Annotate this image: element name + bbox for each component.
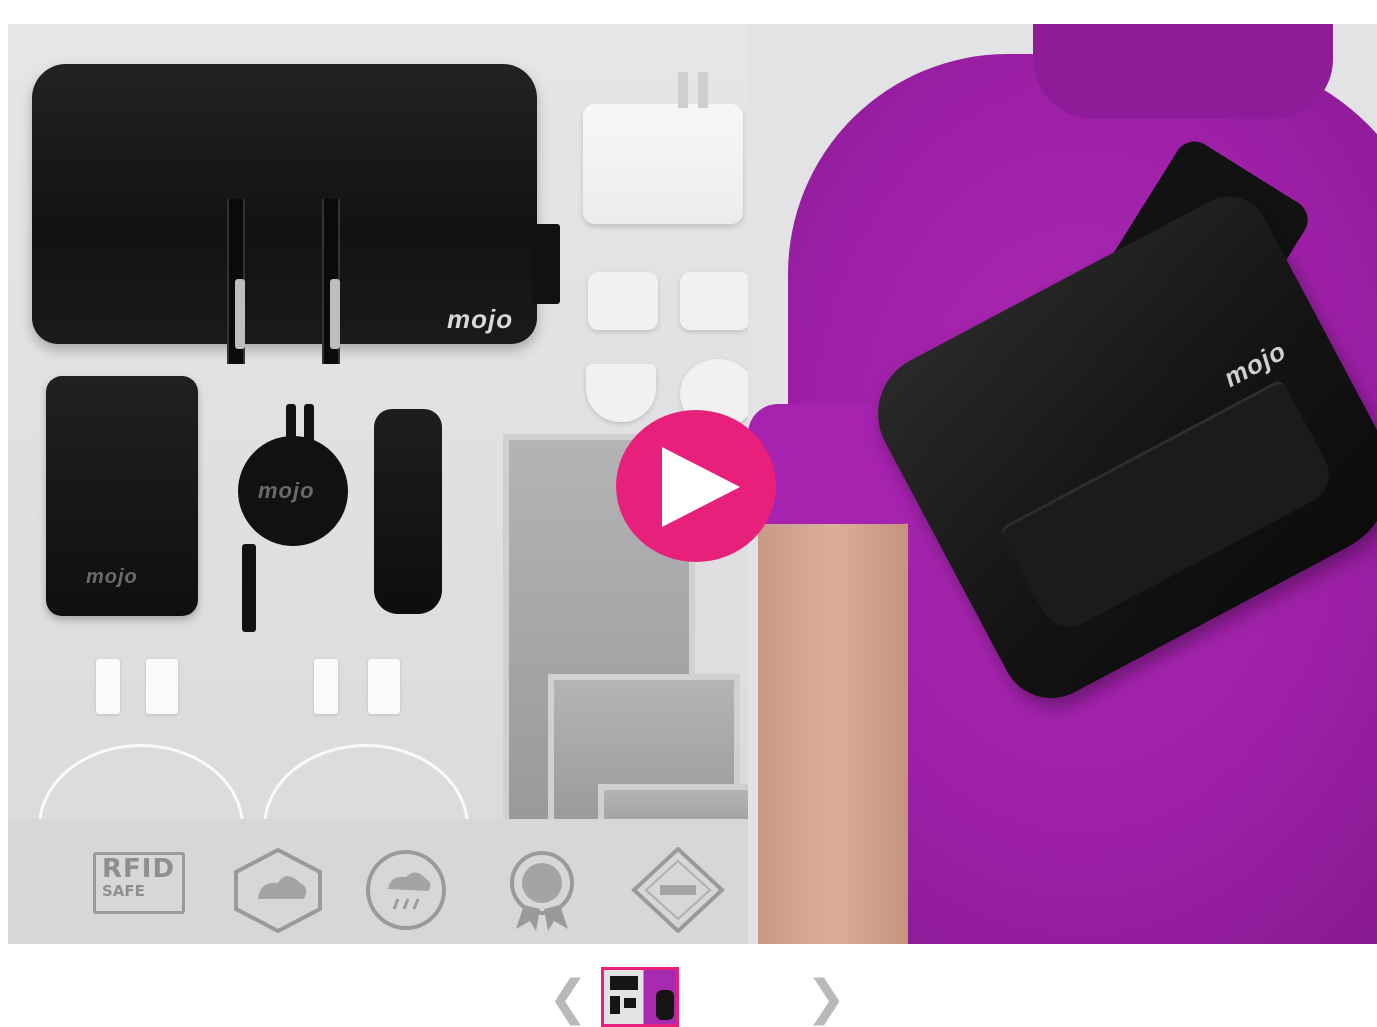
plug-adapter-uk <box>586 364 656 422</box>
usa-design-icon <box>630 846 726 934</box>
model-collar <box>1033 24 1333 119</box>
product-gallery: mojo mojo mojo RFID SAFE mojo ❮ ❯ <box>0 0 1377 1027</box>
zipper-pull <box>330 279 340 349</box>
play-video-button[interactable] <box>616 410 776 562</box>
bag-strap-tab <box>532 224 560 304</box>
rfid-badge-line1: RFID <box>102 854 176 884</box>
car-charger-image <box>374 409 442 614</box>
retractable-cable-image: mojo <box>238 436 348 546</box>
weather-resistant-icon <box>358 847 454 933</box>
plug-adapter-us <box>680 272 750 330</box>
zipper-pull <box>235 279 245 349</box>
charger-adapter-image <box>583 104 743 224</box>
usb-connector <box>368 659 400 714</box>
cable-connector <box>96 659 120 714</box>
carousel-thumbnail[interactable] <box>601 967 679 1027</box>
lightweight-icon <box>230 847 326 934</box>
rfid-badge-line2: SAFE <box>102 882 145 900</box>
brand-logo: mojo <box>86 566 138 588</box>
carousel-next-arrow-icon[interactable]: ❯ <box>806 972 846 1024</box>
quality-seal-icon <box>494 847 590 933</box>
brand-logo: mojo <box>447 304 514 334</box>
rfid-safe-badge: RFID SAFE <box>93 852 185 914</box>
model-arm <box>758 474 908 944</box>
bag-flat-image: mojo <box>32 64 560 364</box>
power-bank-image: mojo <box>46 376 198 616</box>
cable-connector <box>314 659 338 714</box>
usb-connector <box>146 659 178 714</box>
brand-logo: mojo <box>258 478 315 503</box>
plug-adapter-eu <box>588 272 658 330</box>
adapter-prong <box>678 72 688 108</box>
carousel-prev-arrow-icon[interactable]: ❮ <box>548 972 588 1024</box>
cable-usb <box>242 544 256 632</box>
adapter-prong <box>698 72 708 108</box>
model-photo: mojo <box>748 24 1377 944</box>
